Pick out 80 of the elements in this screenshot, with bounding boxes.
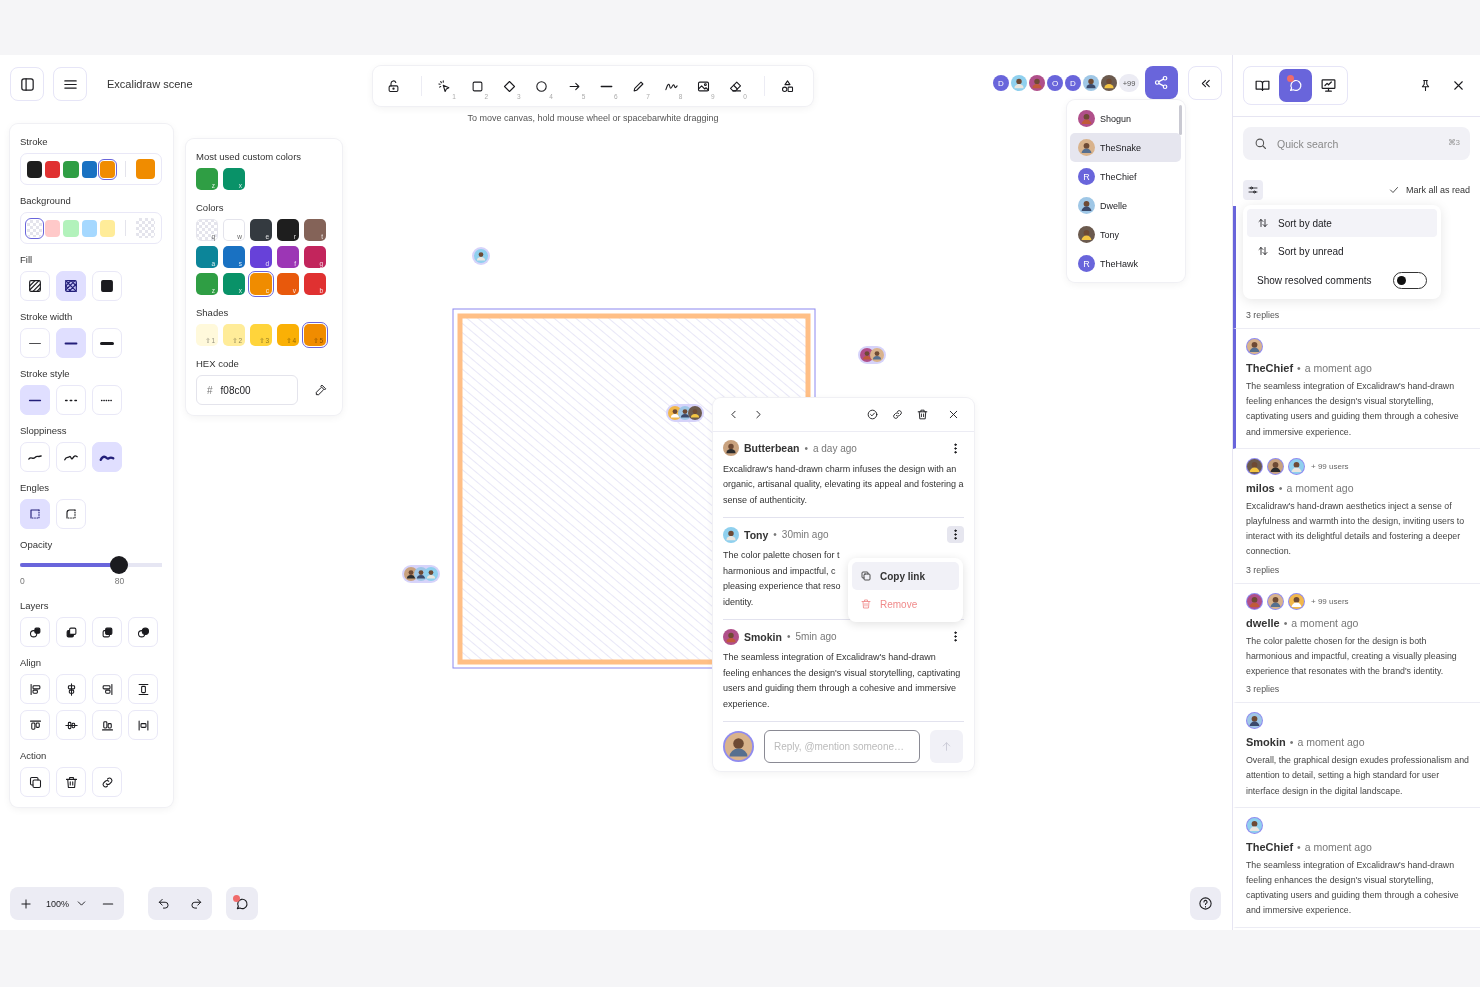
comment-text: The color palette chosen for the design is both harmonious and impactful, creating a visually pleasing experience that resonates with the brand's identity. <box>1246 634 1458 679</box>
scene-title: Excalidraw scene <box>107 78 193 90</box>
section-label: Action <box>20 750 48 761</box>
section-label: Most used custom colors <box>196 151 303 162</box>
comment-time: a moment ago <box>1291 616 1359 629</box>
slider-min: 0 <box>20 576 25 586</box>
section-label: Fill <box>20 254 34 265</box>
section-label: Stroke style <box>20 368 71 379</box>
comment-time: a day ago <box>812 442 857 454</box>
comment-text-line: pleasing experience that reso <box>723 580 841 593</box>
comment-text-line: identity. <box>723 595 754 609</box>
sort-menu-item[interactable]: Sort by date <box>1247 209 1437 237</box>
slider-value: 80 <box>114 576 125 586</box>
letter-avatar: D <box>993 75 1009 91</box>
user-list-item[interactable]: Shogun <box>1070 104 1181 133</box>
comment-author: Tony <box>744 528 769 541</box>
comment-text-line: harmonious and impactful, c <box>723 564 836 578</box>
user-list-item[interactable]: TheSnake <box>1070 133 1181 162</box>
user-list-item[interactable]: R TheHawk <box>1070 249 1181 278</box>
separator-dot: • <box>804 442 808 454</box>
copy-link-menu-item[interactable]: Copy link <box>852 562 959 590</box>
comment-author: TheChief <box>1246 362 1294 374</box>
letter-avatar: O <box>1047 75 1063 91</box>
user-list-item[interactable]: Tony <box>1070 220 1181 249</box>
comment-thread[interactable]: + 99 users dwelle • a moment ago The color palette chosen for the design is both harmonious and impactful, creating a visually pleasing experience that resonates with the brand's identity. 3 replies <box>1233 583 1480 704</box>
reply-count: 3 replies <box>1246 684 1281 695</box>
remove-menu-item[interactable]: Remove <box>852 590 959 618</box>
comment-text: The seamless integration of Excalidraw's hand-drawn feeling enhances the design's visual storytelling, captivating users and guiding them through a cohesive and immersive experience. <box>1246 858 1460 918</box>
canvas-hint: To move canvas, hold mouse wheel or spacebarwhite dragging <box>466 113 720 123</box>
section-label: HEX code <box>196 358 240 369</box>
comment-text: The seamless integration of Excalidraw's hand-drawn feeling enhances the design's visual storytelling, captivating users and guiding them through a cohesive and immersive experience. <box>723 651 962 711</box>
toggle-label: Show resolved comments <box>1257 274 1372 286</box>
section-label: Layers <box>20 600 50 611</box>
letter-avatar: R <box>1078 168 1095 185</box>
separator-dot: • <box>1297 840 1301 853</box>
user-count: + 99 users <box>1311 596 1349 606</box>
section-label: Sloppiness <box>20 425 68 436</box>
comment-author: milos <box>1246 481 1275 494</box>
separator-dot: • <box>1278 481 1283 494</box>
reply-count: 3 replies <box>1246 564 1281 575</box>
separator-dot: • <box>1283 616 1288 629</box>
comment-author: Smokin <box>1246 736 1286 749</box>
comment-text: Excalidraw's hand-drawn charm infuses the design with an organic, artisanal quality, elevating its appeal and fostering a sense of authenticity. <box>723 462 964 507</box>
comment-text: Overall, the graphical design exudes professionalism and attention to detail, setting a high standard for user interface design in the digital landscape. <box>1246 754 1470 798</box>
section-label: Colors <box>196 202 225 213</box>
letter-avatar: D <box>1065 75 1081 91</box>
hex-input-field[interactable]: # f08c00 <box>196 375 298 405</box>
user-list-item[interactable]: R TheChief <box>1070 162 1181 191</box>
section-label: Engles <box>20 482 51 493</box>
comment-time: 30min ago <box>781 529 829 540</box>
section-label: Background <box>20 195 72 206</box>
section-label: Align <box>20 657 43 668</box>
comment-text: Excalidraw's hand-drawn aesthetics inject a sense of playfulness and warmth into the design, inviting users to interact with its delightful details and fostering a deeper connection. <box>1246 499 1466 559</box>
reply-count: 3 replies <box>1246 310 1281 320</box>
comment-author: dwelle <box>1246 616 1280 629</box>
separator-dot: • <box>786 631 791 642</box>
comment-author: TheChief <box>1246 840 1294 853</box>
mark-all-read-button[interactable]: Mark all as read <box>1387 184 1470 196</box>
user-count: + 99 users <box>1311 461 1349 471</box>
comment-time: a moment ago <box>1304 362 1372 374</box>
section-label: Stroke width <box>20 311 74 322</box>
comment-text-line: The color palette chosen for t <box>723 549 840 562</box>
section-label: Opacity <box>20 539 54 550</box>
comment-text: The seamless integration of Excalidraw's hand-drawn feeling enhances the design's visual storytelling, captivating users and guiding them through a cohesive and immersive experience. <box>1246 380 1460 439</box>
section-label: Stroke <box>20 136 49 147</box>
separator-dot: • <box>773 529 777 540</box>
letter-avatar: R <box>1078 255 1095 272</box>
user-list-item[interactable]: Dwelle <box>1070 191 1181 220</box>
comment-time: a moment ago <box>1304 840 1372 853</box>
separator-dot: • <box>1289 736 1294 749</box>
comment-author: Smokin <box>744 630 782 643</box>
shortcut-hint: ⌘3 <box>1447 138 1460 147</box>
comment-thread[interactable]: Smokin • a moment ago Overall, the graphical design exudes professionalism and attention to detail, setting a high standard for user interface design in the digital landscape. <box>1233 703 1480 808</box>
comment-time: 5min ago <box>795 631 837 642</box>
section-label: Shades <box>196 307 230 318</box>
comment-author: Butterbean <box>744 442 800 454</box>
separator-dot: • <box>1297 362 1301 374</box>
sort-menu-item[interactable]: Sort by unread <box>1247 237 1437 265</box>
comment-time: a moment ago <box>1286 481 1354 494</box>
comment-time: a moment ago <box>1297 736 1365 749</box>
